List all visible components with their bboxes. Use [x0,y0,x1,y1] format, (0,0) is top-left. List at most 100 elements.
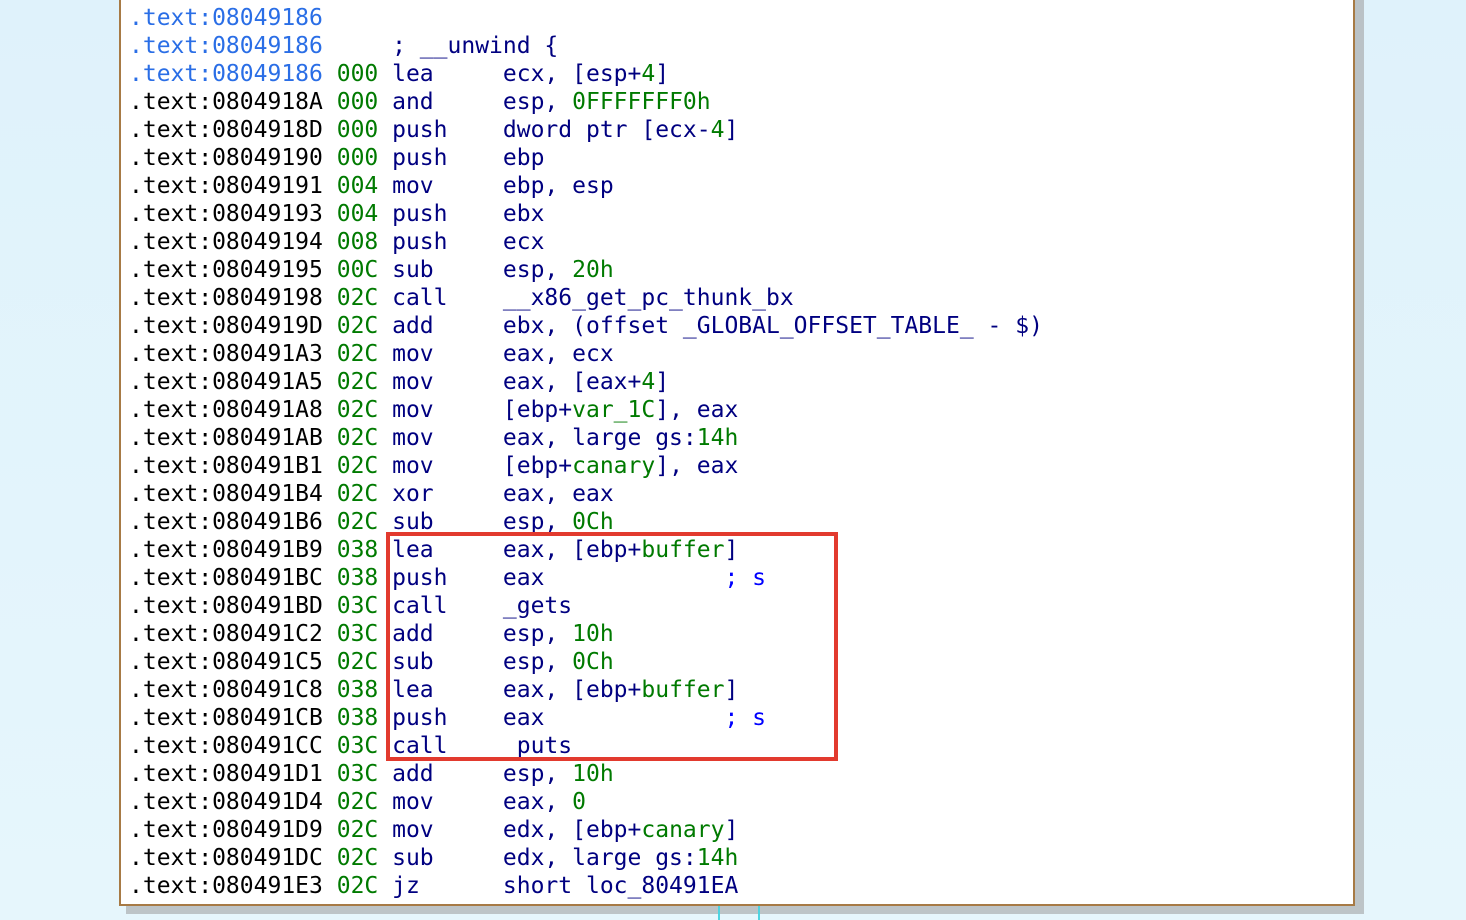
stack-pointer-value[interactable]: 02C [323,845,379,871]
address-label[interactable]: .text:080491A3 [129,341,323,367]
mnemonic[interactable]: mov [378,789,503,815]
operand[interactable]: short loc_80491EA [503,873,738,899]
code-line[interactable]: .text:080491C5 02C sub esp, 0Ch [129,648,1043,676]
operand[interactable]: buffer [641,677,724,703]
operand[interactable]: var_1C [572,397,655,423]
address-label[interactable]: .text:080491C5 [129,649,323,675]
stack-pointer-value[interactable]: 02C [323,453,379,479]
address-label[interactable]: .text:080491BC [129,565,323,591]
code-line[interactable]: .text:080491B6 02C sub esp, 0Ch [129,508,1043,536]
address-label[interactable]: .text:080491CB [129,705,323,731]
operand[interactable]: ] [724,537,738,563]
code-line[interactable]: .text:080491D1 03C add esp, 10h [129,760,1043,788]
code-line[interactable]: .text:080491A5 02C mov eax, [eax+4] [129,368,1043,396]
mnemonic[interactable]: add [378,761,503,787]
mnemonic[interactable]: call [378,593,503,619]
mnemonic[interactable]: push [378,705,503,731]
address-label[interactable]: .text:080491E3 [129,873,323,899]
address-label[interactable]: .text:080491A5 [129,369,323,395]
code-line[interactable]: .text:0804919D 02C add ebx, (offset _GLO… [129,312,1043,340]
mnemonic[interactable]: add [378,621,503,647]
stack-pointer-value[interactable]: 03C [323,593,379,619]
code-line[interactable]: .text:080491D9 02C mov edx, [ebp+canary] [129,816,1043,844]
code-line[interactable]: .text:08049186 000 lea ecx, [esp+4] [129,60,1043,88]
comment[interactable]: ; s [544,705,766,731]
stack-pointer-value[interactable]: 03C [323,621,379,647]
code-line[interactable]: .text:08049186 [129,4,1043,32]
address-label[interactable]: .text:0804919D [129,313,323,339]
operand[interactable]: eax, ecx [503,341,614,367]
address-label[interactable]: .text:080491DC [129,845,323,871]
stack-pointer-value[interactable]: 02C [323,649,379,675]
operand[interactable]: 0FFFFFFF0h [572,89,710,115]
stack-pointer-value[interactable]: 008 [323,229,379,255]
address-label[interactable]: .text:08049193 [129,201,323,227]
code-line[interactable]: .text:08049190 000 push ebp [129,144,1043,172]
disassembly-listing[interactable]: .text:08049186 .text:08049186 ; __unwind … [129,4,1043,900]
operand[interactable]: ] [655,369,669,395]
stack-pointer-value[interactable]: 02C [323,817,379,843]
address-label[interactable]: .text:08049186 [129,5,323,31]
operand[interactable]: eax [503,705,545,731]
address-label[interactable]: .text:080491A8 [129,397,323,423]
operand[interactable]: ], eax [655,453,738,479]
code-line[interactable]: .text:080491B1 02C mov [ebp+canary], eax [129,452,1043,480]
stack-pointer-value[interactable]: 02C [323,789,379,815]
address-label[interactable]: .text:080491D9 [129,817,323,843]
operand[interactable]: 20h [572,257,614,283]
mnemonic[interactable]: mov [378,397,503,423]
mnemonic[interactable]: sub [378,845,503,871]
mnemonic[interactable]: lea [378,537,503,563]
address-label[interactable]: .text:080491D1 [129,761,323,787]
stack-pointer-value[interactable]: 02C [323,313,379,339]
stack-pointer-value[interactable]: 03C [323,761,379,787]
stack-pointer-value[interactable]: 02C [323,397,379,423]
operand[interactable]: buffer [641,537,724,563]
stack-pointer-value[interactable]: 00C [323,257,379,283]
mnemonic[interactable]: lea [378,61,503,87]
operand[interactable]: ecx, [esp+ [503,61,641,87]
operand[interactable]: edx, large gs: [503,845,697,871]
operand[interactable]: 4 [641,369,655,395]
operand[interactable]: ] [655,61,669,87]
operand[interactable]: dword ptr [ecx- [503,117,711,143]
stack-pointer-value[interactable]: 038 [323,565,379,591]
operand[interactable]: esp, [503,89,572,115]
operand[interactable]: eax, eax [503,481,614,507]
operand[interactable]: ebp [503,145,545,171]
code-line[interactable]: .text:080491D4 02C mov eax, 0 [129,788,1043,816]
operand[interactable]: eax, [ebp+ [503,537,641,563]
operand[interactable]: esp, [503,621,572,647]
address-label[interactable]: .text:08049198 [129,285,323,311]
stack-pointer-value[interactable]: 03C [323,733,379,759]
operand[interactable]: ebp, esp [503,173,614,199]
code-line[interactable]: .text:080491B4 02C xor eax, eax [129,480,1043,508]
code-line[interactable]: .text:080491A3 02C mov eax, ecx [129,340,1043,368]
operand[interactable]: ], eax [655,397,738,423]
operand[interactable]: ebx [503,201,545,227]
address-label[interactable]: .text:08049186 [129,33,323,59]
address-label[interactable]: .text:080491AB [129,425,323,451]
mnemonic[interactable]: lea [378,677,503,703]
mnemonic[interactable]: mov [378,817,503,843]
code-line[interactable]: .text:08049195 00C sub esp, 20h [129,256,1043,284]
mnemonic[interactable]: mov [378,369,503,395]
mnemonic[interactable]: push [378,229,503,255]
stack-pointer-value[interactable]: 004 [323,173,379,199]
operand[interactable]: canary [641,817,724,843]
stack-pointer-value[interactable]: 000 [323,117,379,143]
stack-pointer-value[interactable]: 02C [323,481,379,507]
address-label[interactable]: .text:080491B1 [129,453,323,479]
stack-pointer-value[interactable]: 000 [323,89,379,115]
address-label[interactable]: .text:080491D4 [129,789,323,815]
operand[interactable]: 0 [572,789,586,815]
code-line[interactable]: .text:08049198 02C call __x86_get_pc_thu… [129,284,1043,312]
code-line[interactable]: .text:080491CC 03C call _puts [129,732,1043,760]
code-line[interactable]: .text:080491DC 02C sub edx, large gs:14h [129,844,1043,872]
operand[interactable]: 4 [711,117,725,143]
operand[interactable]: eax, [503,789,572,815]
operand[interactable]: [ebp+ [503,397,572,423]
code-line[interactable]: .text:080491CB 038 push eax ; s [129,704,1043,732]
address-label[interactable]: .text:08049186 [129,61,323,87]
code-line[interactable]: .text:080491C8 038 lea eax, [ebp+buffer] [129,676,1043,704]
